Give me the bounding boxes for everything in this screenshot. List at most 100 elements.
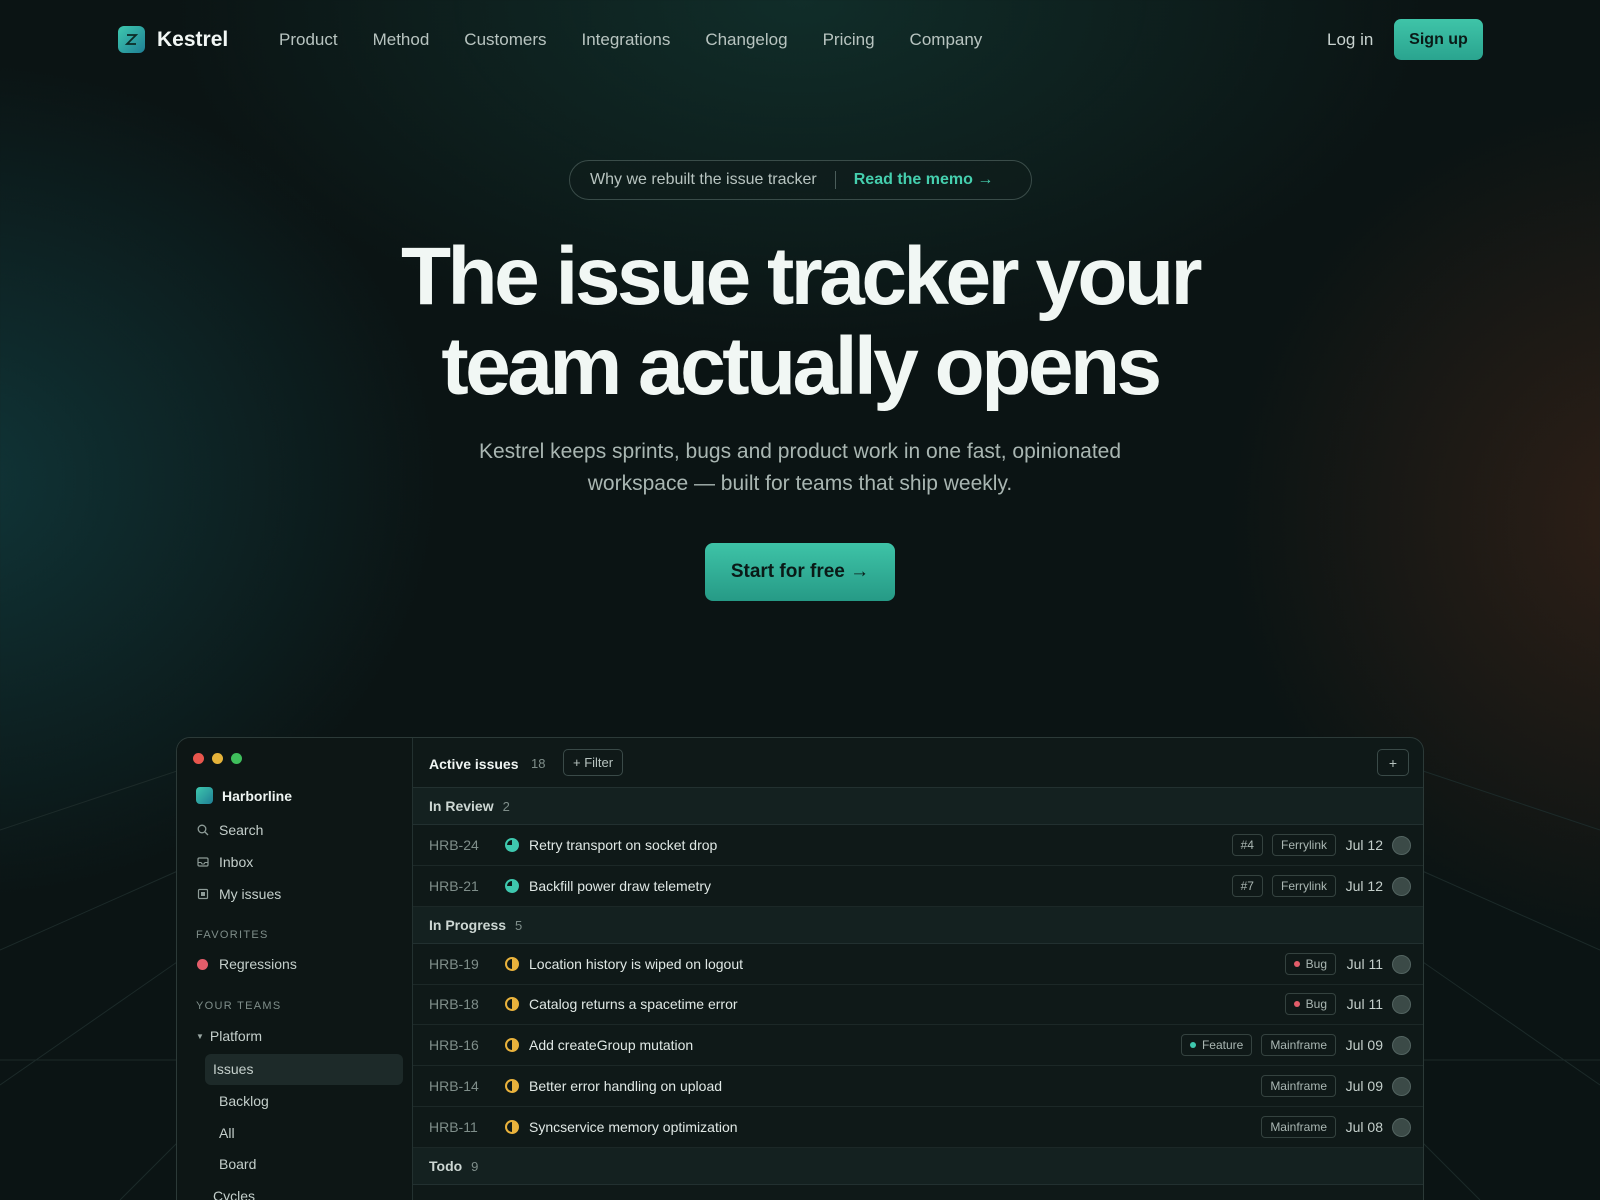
workspace-switcher[interactable]: Harborline (196, 787, 292, 804)
assignee-avatar[interactable] (1392, 954, 1411, 974)
start-for-free-button[interactable]: Start for free → (705, 543, 895, 601)
team-name: Platform (209, 1028, 263, 1044)
in-progress-status-icon[interactable] (505, 997, 519, 1011)
assignee-avatar[interactable] (1392, 1117, 1411, 1137)
bug-dot-icon (1293, 961, 1300, 967)
issue-label-tag[interactable]: Bug (1284, 953, 1336, 975)
group-header-in-review[interactable]: In Review 2 (413, 788, 1423, 825)
issue-date: Jul 12 (1345, 837, 1383, 853)
workspace-name: Harborline (222, 787, 293, 804)
group-header-todo[interactable]: Todo 9 (413, 1148, 1423, 1185)
issue-label-tag[interactable]: Ferrylink (1271, 875, 1336, 897)
issue-label-tag[interactable]: Feature (1180, 1034, 1253, 1056)
issue-title: Location history is wiped on logout (529, 956, 744, 972)
sidebar-item-cycles[interactable]: Cycles (213, 1188, 255, 1200)
sidebar-item-issues[interactable]: Issues (213, 1061, 253, 1077)
nav-link-changelog[interactable]: Changelog (705, 30, 787, 50)
red-dot-icon (196, 958, 209, 971)
issue-date: Jul 11 (1346, 996, 1383, 1012)
announcement-pill[interactable]: Why we rebuilt the issue tracker Read th… (569, 160, 1032, 200)
assignee-avatar[interactable] (1392, 1035, 1411, 1055)
issue-row[interactable]: HRB-14 Better error handling on upload Mai… (413, 1066, 1423, 1107)
issue-date: Jul 11 (1346, 956, 1383, 972)
nav-link-company[interactable]: Company (910, 30, 983, 50)
tag-label: Ferrylink (1280, 879, 1327, 893)
issue-label-tag[interactable]: #4 (1231, 834, 1263, 856)
sidebar-item-search[interactable]: Search (196, 822, 263, 838)
sidebar-item-all[interactable]: All (219, 1125, 235, 1141)
workspace-icon (196, 787, 213, 804)
in-review-status-icon[interactable] (505, 879, 519, 893)
subheading-line-1: Kestrel keeps sprints, bugs and product … (478, 440, 1122, 463)
issue-label-tag[interactable]: Mainframe (1261, 1075, 1336, 1097)
issue-label-tag[interactable]: Mainframe (1261, 1116, 1336, 1138)
issue-id: HRB-19 (429, 956, 479, 972)
assignee-avatar[interactable] (1392, 994, 1411, 1014)
sidebar: Harborline Search Inbox My issues FAVORI… (177, 738, 413, 1200)
tag-label: Ferrylink (1280, 838, 1327, 852)
announcement-text: Why we rebuilt the issue tracker (590, 171, 817, 188)
hero-subheading: Kestrel keeps sprints, bugs and product … (400, 436, 1200, 500)
issue-meta: Mainframe Jul 08 (1261, 1116, 1411, 1138)
issue-label-tag[interactable]: Ferrylink (1271, 834, 1336, 856)
sidebar-item-regressions[interactable]: Regressions (196, 956, 297, 972)
issue-row[interactable]: HRB-21 Backfill power draw telemetry #7 Fer… (413, 866, 1423, 907)
nav-link-product[interactable]: Product (279, 30, 338, 50)
signup-button[interactable]: Sign up (1394, 19, 1483, 60)
issue-label-tag[interactable]: Bug (1284, 993, 1336, 1015)
sidebar-item-inbox[interactable]: Inbox (196, 854, 253, 870)
brand-logo[interactable]: Kestrel (118, 26, 228, 53)
nav-link-pricing[interactable]: Pricing (823, 30, 875, 50)
in-review-status-icon[interactable] (505, 838, 519, 852)
maximize-dot[interactable] (231, 753, 242, 764)
issue-meta: #7 Ferrylink Jul 12 (1231, 875, 1411, 897)
minimize-dot[interactable] (212, 753, 223, 764)
sidebar-team-platform[interactable]: ▼ Platform (196, 1028, 262, 1044)
sidebar-item-label: Regressions (219, 956, 297, 972)
feature-dot-icon (1189, 1042, 1196, 1048)
issue-label-tag[interactable]: Mainframe (1261, 1034, 1336, 1056)
headline-line-2: team actually opens (441, 321, 1162, 412)
close-dot[interactable] (193, 753, 204, 764)
tag-label: Mainframe (1270, 1038, 1327, 1052)
in-progress-status-icon[interactable] (505, 1038, 519, 1052)
pill-divider (834, 171, 836, 189)
headline-line-1: The issue tracker your (400, 231, 1203, 322)
in-progress-status-icon[interactable] (505, 1079, 519, 1093)
sidebar-item-backlog[interactable]: Backlog (219, 1093, 269, 1109)
assignee-avatar[interactable] (1392, 1076, 1411, 1096)
issue-id: HRB-14 (429, 1078, 479, 1094)
issue-date: Jul 12 (1345, 878, 1383, 894)
nav-link-method[interactable]: Method (373, 30, 430, 50)
issue-label-tag[interactable]: #7 (1231, 875, 1263, 897)
group-count: 2 (502, 798, 510, 814)
in-progress-status-icon[interactable] (505, 1120, 519, 1134)
new-issue-button[interactable]: + (1377, 749, 1409, 776)
issue-row[interactable]: HRB-19 Location history is wiped on logou… (413, 944, 1423, 985)
issue-id: HRB-11 (429, 1119, 478, 1135)
issue-meta: Feature Mainframe Jul 09 (1180, 1034, 1411, 1056)
in-progress-status-icon[interactable] (505, 957, 519, 971)
assignee-avatar[interactable] (1392, 835, 1411, 855)
hero-headline: The issue tracker your team actually ope… (300, 232, 1300, 412)
read-memo-link[interactable]: Read the memo → (854, 171, 994, 189)
kestrel-logo-icon (118, 26, 145, 53)
issue-meta: Mainframe Jul 09 (1261, 1075, 1411, 1097)
issue-row[interactable]: HRB-11 Syncservice memory optimization Mai… (413, 1107, 1423, 1148)
group-count: 9 (471, 1158, 479, 1174)
filter-button[interactable]: + Filter (563, 749, 624, 776)
sidebar-item-board[interactable]: Board (219, 1156, 256, 1172)
favorites-heading: FAVORITES (196, 929, 269, 941)
issue-row[interactable]: HRB-16 Add createGroup mutation Feature Mai… (413, 1025, 1423, 1066)
group-header-in-progress[interactable]: In Progress 5 (413, 907, 1423, 944)
login-link[interactable]: Log in (1327, 30, 1373, 50)
issue-date: Jul 08 (1345, 1119, 1383, 1135)
nav-link-integrations[interactable]: Integrations (581, 30, 670, 50)
issue-list-panel: Active issues 18 + Filter + In Review 2 … (413, 738, 1423, 1200)
nav-link-customers[interactable]: Customers (464, 30, 546, 50)
assignee-avatar[interactable] (1392, 876, 1411, 896)
window-controls (193, 753, 242, 764)
sidebar-item-my-issues[interactable]: My issues (196, 886, 281, 902)
issue-row[interactable]: HRB-18 Catalog returns a spacetime error B… (413, 984, 1423, 1025)
issue-row[interactable]: HRB-24 Retry transport on socket drop #4 Fe… (413, 825, 1423, 866)
